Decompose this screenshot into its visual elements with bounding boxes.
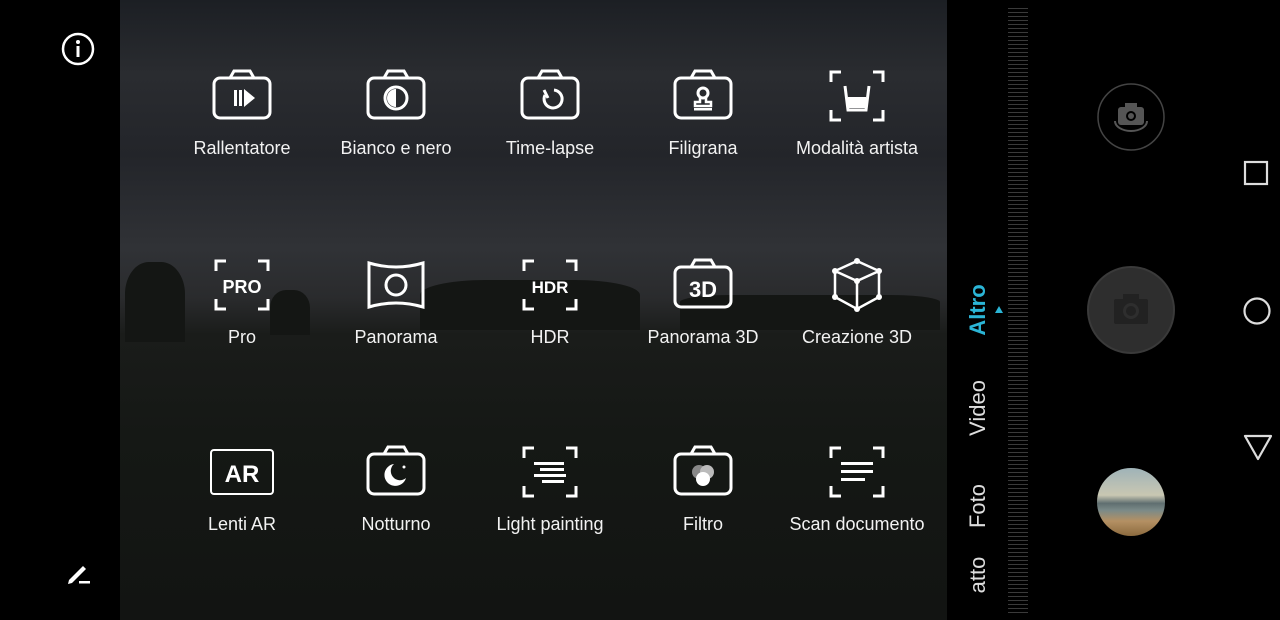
mode-label: Notturno <box>361 514 431 534</box>
filter-icon <box>673 445 733 496</box>
mode-item[interactable]: Modalità artista <box>780 64 934 159</box>
mode-item[interactable]: Bianco e nero <box>319 64 473 159</box>
recents-button[interactable] <box>1242 159 1270 187</box>
slow-motion-icon <box>212 69 272 120</box>
mode-item[interactable]: Filtro <box>626 440 780 535</box>
mode-label: Time-lapse <box>505 138 595 158</box>
artist-cup-icon <box>829 70 885 122</box>
mode-label: Modalità artista <box>795 138 919 158</box>
mode-altro[interactable]: Altro <box>963 265 993 355</box>
mode-item[interactable]: AR Lenti AR <box>165 440 319 535</box>
svg-text:PRO: PRO <box>222 277 261 297</box>
left-toolbar <box>0 0 120 620</box>
mode-item[interactable]: Scan documento <box>780 440 934 535</box>
selected-mode-indicator <box>995 306 1003 313</box>
night-moon-icon <box>366 445 426 496</box>
shutter-button[interactable] <box>1087 266 1175 354</box>
back-button[interactable] <box>1242 432 1274 462</box>
mode-item[interactable]: Creazione 3D <box>780 253 934 348</box>
mode-label: Filigrana <box>668 138 738 158</box>
mode-item[interactable]: HDR HDR <box>473 253 627 348</box>
panorama-icon <box>367 260 425 310</box>
mode-label: Pro <box>227 327 256 347</box>
cube-icon <box>832 258 882 312</box>
mode-label: Lenti AR <box>207 514 277 534</box>
monochrome-icon <box>366 69 426 120</box>
mode-label: Light painting <box>496 514 604 534</box>
mode-video[interactable]: Video <box>963 363 993 453</box>
timelapse-icon <box>520 69 580 120</box>
modes-grid: Rallentatore Bianco e nero Time-lapse Filig… <box>120 0 947 620</box>
mode-item[interactable]: Rallentatore <box>165 64 319 159</box>
light-painting-icon <box>522 446 578 498</box>
document-scan-icon <box>829 446 885 498</box>
home-button[interactable] <box>1242 296 1272 326</box>
mode-label: Creazione 3D <box>801 327 913 347</box>
mode-label: Panorama 3D <box>647 327 759 347</box>
mode-label: Filtro <box>683 514 723 534</box>
switch-camera-icon[interactable] <box>1097 83 1165 151</box>
watermark-stamp-icon <box>673 69 733 120</box>
mode-item[interactable]: 3D Panorama 3D <box>626 253 780 348</box>
gallery-thumbnail[interactable] <box>1097 468 1165 536</box>
mode-item[interactable]: PRO Pro <box>165 253 319 348</box>
panorama-3d-icon: 3D <box>673 258 733 309</box>
pro-icon: PRO <box>214 259 270 311</box>
mode-item[interactable]: Panorama <box>319 253 473 348</box>
svg-text:3D: 3D <box>689 277 717 302</box>
mode-label: Rallentatore <box>193 138 291 158</box>
mode-item[interactable]: Light painting <box>473 440 627 535</box>
mode-item[interactable]: Time-lapse <box>473 64 627 159</box>
ar-lens-icon: AR <box>210 449 274 495</box>
mode-label: Scan documento <box>789 514 925 534</box>
svg-text:HDR: HDR <box>532 278 569 297</box>
mode-label: Bianco e nero <box>340 138 452 158</box>
info-icon[interactable] <box>61 32 95 66</box>
svg-text:AR: AR <box>225 461 260 488</box>
mode-ruler[interactable] <box>1008 8 1028 613</box>
edit-icon[interactable] <box>65 558 93 586</box>
mode-label: HDR <box>530 327 570 347</box>
mode-ritratto[interactable]: atto <box>963 530 993 620</box>
mode-item[interactable]: Notturno <box>319 440 473 535</box>
mode-item[interactable]: Filigrana <box>626 64 780 159</box>
hdr-icon: HDR <box>522 259 578 311</box>
mode-label: Panorama <box>354 327 438 347</box>
camera-controls <box>1030 0 1230 620</box>
